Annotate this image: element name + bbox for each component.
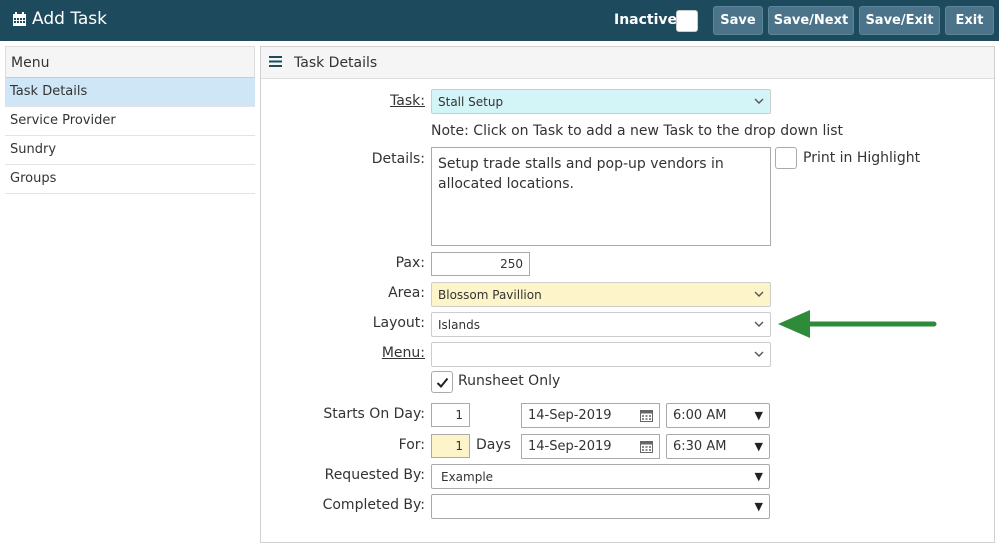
annotation-arrow-icon [778,310,937,338]
panel-header: Task Details [261,47,994,79]
start-date-input[interactable]: 14-Sep-2019 [521,403,660,428]
days-label: Days [476,437,511,453]
dropdown-triangle-icon: ▼ [754,440,763,453]
exit-button[interactable]: Exit [945,6,994,35]
completed-by-label: Completed By: [322,497,425,513]
task-note: Note: Click on Task to add a new Task to… [431,123,844,139]
menu-label[interactable]: Menu: [261,345,425,361]
task-details-panel: Task Details Task: Stall Setup Note: Cli… [260,46,995,543]
start-time-select[interactable]: 6:00 AM ▼ [666,403,770,428]
dropdown-triangle-icon: ▼ [754,500,763,513]
top-bar: Add Task Inactive Save Save/Next Save/Ex… [0,0,999,41]
menu-item-groups[interactable]: Groups [5,165,255,194]
save-exit-button[interactable]: Save/Exit [859,6,940,35]
runsheet-only-label: Runsheet Only [458,373,561,389]
save-button[interactable]: Save [713,6,763,35]
end-time-value: 6:30 AM [673,439,727,454]
end-date-value: 14-Sep-2019 [528,439,612,454]
calendar-icon [12,11,27,27]
print-highlight-checkbox[interactable] [775,147,797,169]
menu-header: Menu [5,46,255,78]
area-select[interactable]: Blossom Pavillion [431,282,771,307]
calendar-icon[interactable] [640,440,653,453]
task-label[interactable]: Task: [261,93,425,109]
for-label: For: [398,437,425,453]
checkmark-icon [436,377,449,388]
side-menu: Menu Task Details Service Provider Sundr… [5,46,255,194]
requested-by-value: Example [441,469,494,484]
layout-label: Layout: [372,315,425,331]
hamburger-icon[interactable] [269,55,282,71]
start-time-value: 6:00 AM [673,408,727,423]
requested-by-select[interactable]: Example ▼ [431,464,770,489]
page-title-group: Add Task [12,9,107,29]
runsheet-only-checkbox[interactable] [431,371,453,393]
chevron-down-icon [754,291,764,297]
end-time-select[interactable]: 6:30 AM ▼ [666,434,770,459]
inactive-checkbox[interactable] [676,10,698,32]
pax-input[interactable]: 250 [431,252,530,276]
panel-title: Task Details [294,54,378,71]
task-select-value: Stall Setup [438,94,504,109]
menu-select[interactable] [431,342,771,367]
details-label: Details: [371,151,425,167]
page-title: Add Task [32,9,108,29]
layout-select-value: Islands [438,317,480,332]
details-textarea[interactable]: Setup trade stalls and pop-up vendors in… [431,147,771,246]
area-label: Area: [388,285,425,301]
menu-item-sundry[interactable]: Sundry [5,136,255,165]
inactive-label: Inactive [614,12,678,28]
area-select-value: Blossom Pavillion [438,287,542,302]
menu-item-service-provider[interactable]: Service Provider [5,107,255,136]
dropdown-triangle-icon: ▼ [754,409,763,422]
layout-select[interactable]: Islands [431,312,771,337]
requested-by-label: Requested By: [324,467,425,483]
menu-item-task-details[interactable]: Task Details [5,78,255,107]
starts-on-day-label: Starts On Day: [323,406,425,422]
end-date-input[interactable]: 14-Sep-2019 [521,434,660,459]
starts-on-day-input[interactable]: 1 [431,403,470,427]
task-select[interactable]: Stall Setup [431,89,771,114]
print-highlight-label: Print in Highlight [803,150,921,166]
start-date-value: 14-Sep-2019 [528,408,612,423]
chevron-down-icon [754,98,764,104]
save-next-button[interactable]: Save/Next [768,6,854,35]
dropdown-triangle-icon: ▼ [754,470,763,483]
calendar-icon[interactable] [640,409,653,422]
completed-by-select[interactable]: ▼ [431,494,770,519]
chevron-down-icon [754,351,764,357]
pax-label: Pax: [395,255,425,271]
for-days-input[interactable]: 1 [431,434,470,458]
chevron-down-icon [754,321,764,327]
